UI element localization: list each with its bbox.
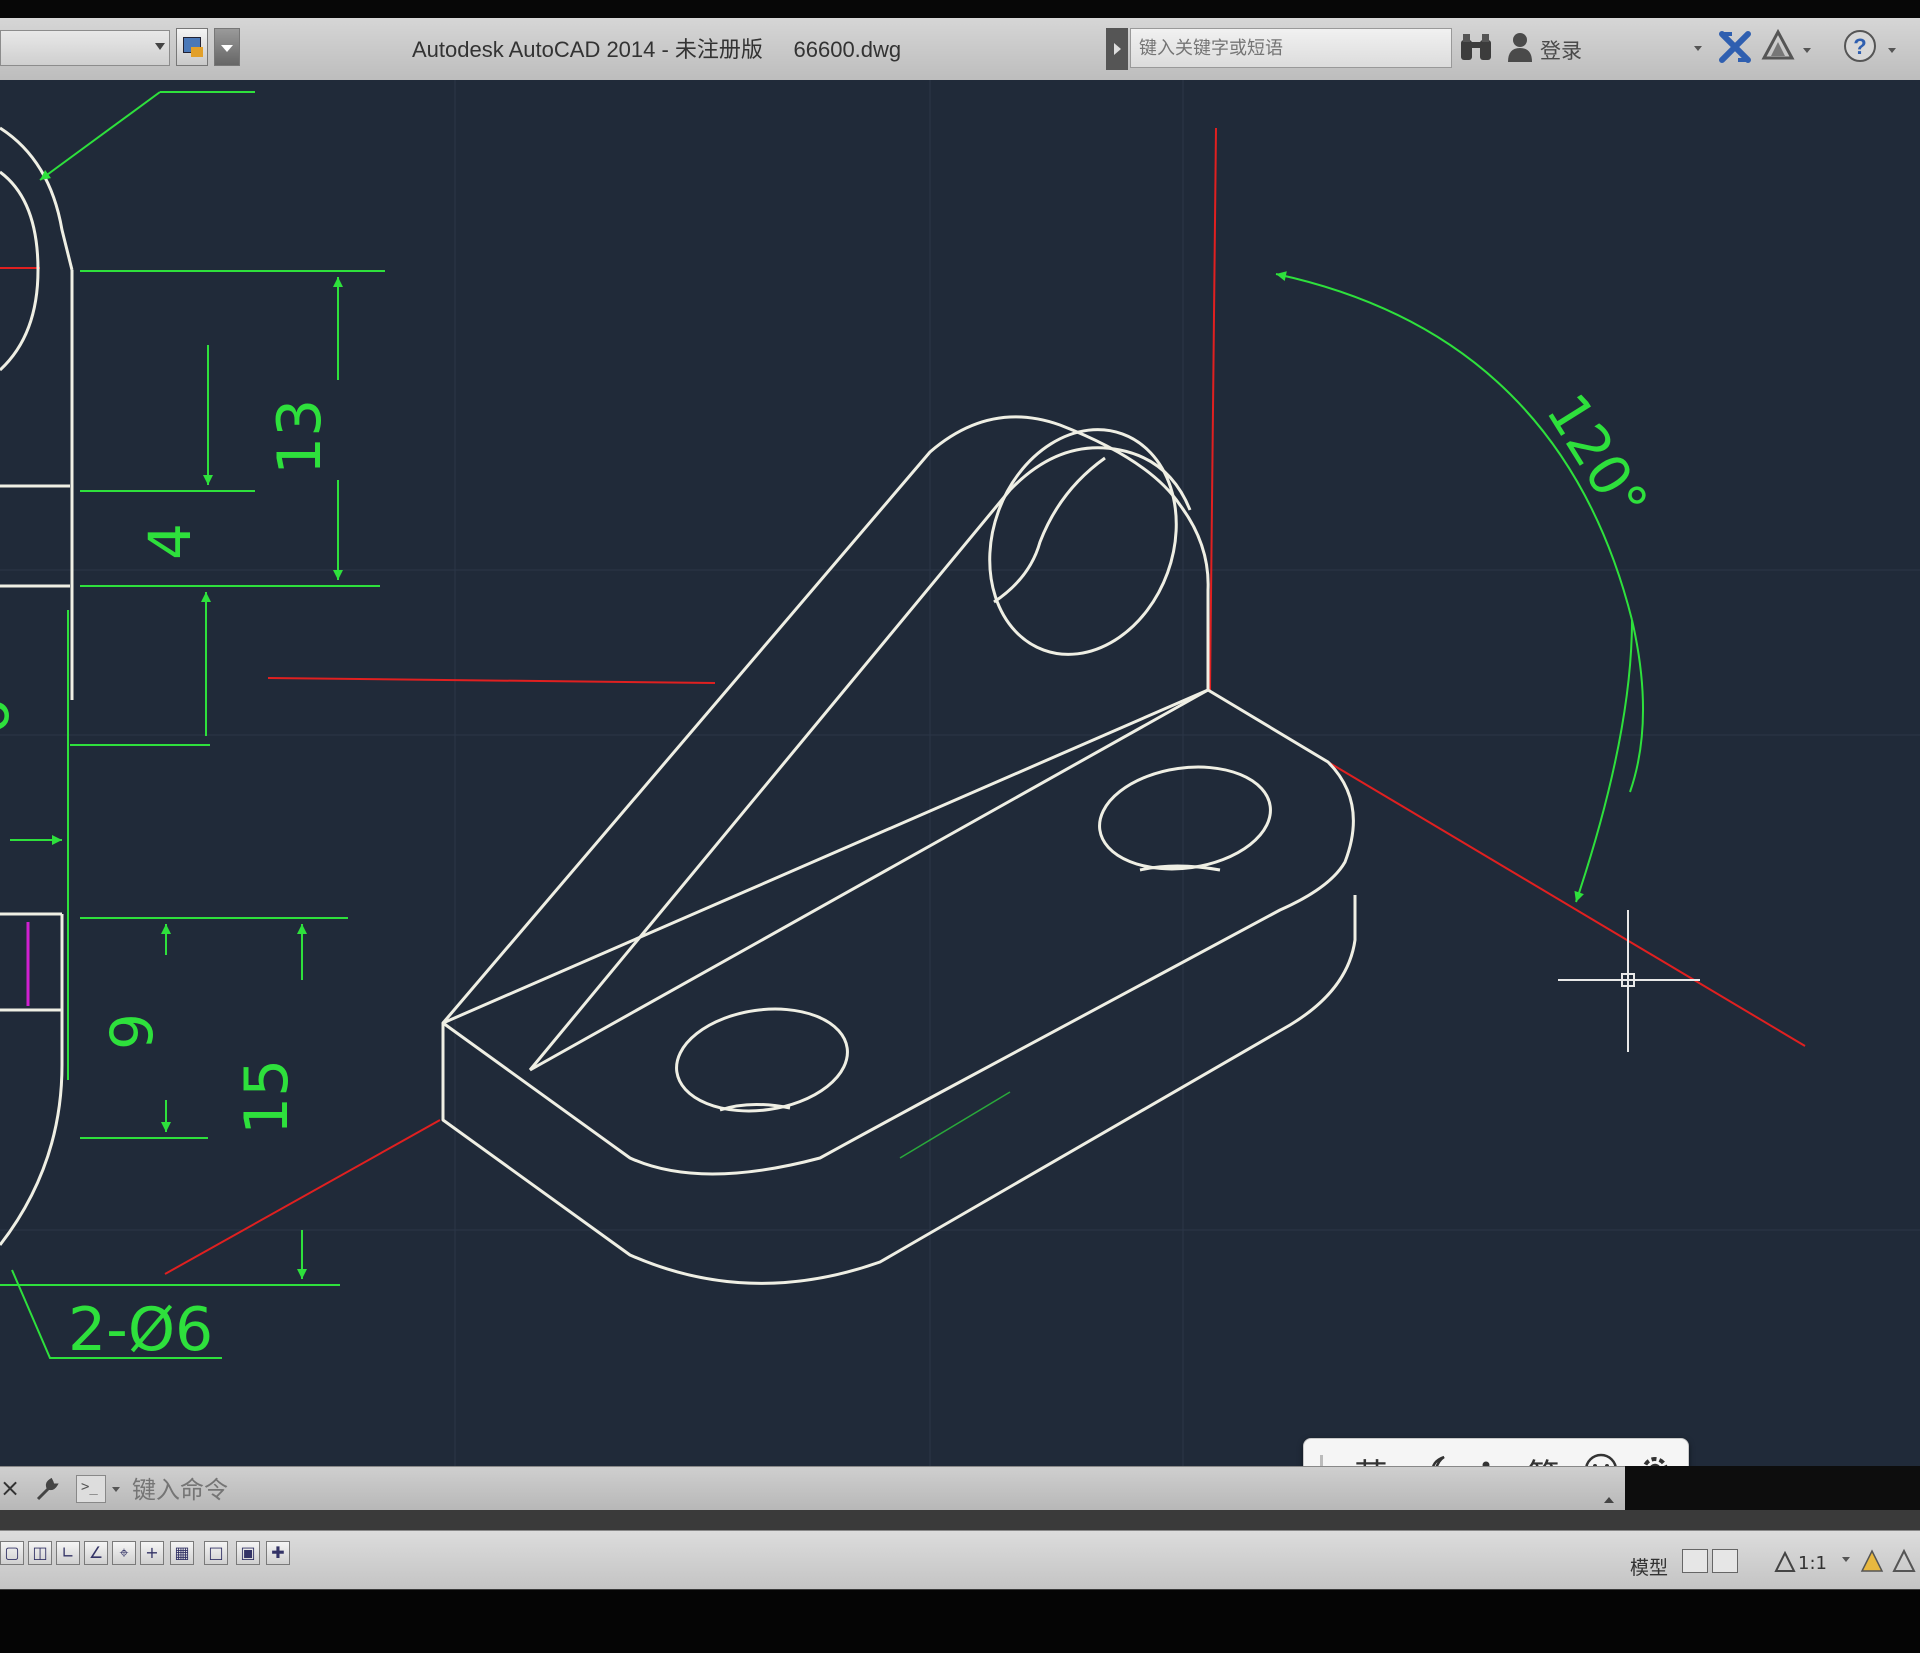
workspace-icon[interactable]: [176, 28, 208, 66]
chevron-down-icon[interactable]: [1694, 46, 1702, 51]
polar-button[interactable]: ∠: [84, 1541, 108, 1565]
chevron-down-icon[interactable]: [1888, 48, 1896, 53]
dimension-holes: 2-Ø6: [68, 1295, 213, 1365]
signin-link[interactable]: 登录: [1540, 35, 1582, 65]
dimension-13: 13: [265, 399, 335, 475]
layout1-button[interactable]: [1682, 1549, 1708, 1573]
layout2-button[interactable]: [1712, 1549, 1738, 1573]
lwt-button[interactable]: ▣: [236, 1541, 260, 1565]
annotation-visibility-icon[interactable]: [1858, 1547, 1886, 1575]
drawing-canvas[interactable]: R6 13 4 6 9 15 2-Ø6 120°: [0, 80, 1920, 1466]
autoscale-icon[interactable]: [1890, 1547, 1918, 1575]
monitor-bezel: [0, 1590, 1920, 1653]
ducs-button[interactable]: ▦: [170, 1541, 194, 1565]
dimension-15: 15: [232, 1059, 302, 1135]
title-bar: Autodesk AutoCAD 2014 - 未注册版 66600.dwg 登…: [0, 18, 1920, 82]
svg-text:?: ?: [1853, 34, 1866, 59]
app-title: Autodesk AutoCAD 2014 - 未注册版 66600.dwg: [412, 37, 902, 62]
model-tab[interactable]: 模型: [1630, 1553, 1668, 1580]
annotation-scale-icon[interactable]: [1774, 1551, 1796, 1573]
annotation-scale-value[interactable]: 1:1: [1798, 1553, 1827, 1574]
command-line: × >_: [0, 1466, 1625, 1511]
crosshair-cursor: [1558, 910, 1700, 1052]
osnap-button[interactable]: ⌖: [112, 1541, 136, 1565]
dimension-lines: [0, 91, 1644, 1359]
isometric-bracket: [441, 415, 1357, 1285]
command-input[interactable]: [130, 1471, 1574, 1509]
chevron-down-icon[interactable]: [1803, 48, 1811, 53]
grid: [0, 80, 1920, 1466]
exchange-icon[interactable]: [1718, 30, 1752, 64]
dimension-9: 9: [98, 1013, 166, 1050]
grid-button[interactable]: ◫: [28, 1541, 52, 1565]
drawing-svg: R6 13 4 6 9 15 2-Ø6 120°: [0, 80, 1920, 1466]
dimension-labels: R6 13 4 6 9 15 2-Ø6 120°: [0, 80, 1660, 1365]
chevron-down-icon[interactable]: [112, 1487, 120, 1492]
qp-button[interactable]: ✚: [266, 1541, 290, 1565]
search-expand-button[interactable]: [1106, 28, 1128, 70]
wrench-icon[interactable]: [34, 1475, 62, 1503]
qa-more-icon[interactable]: [214, 28, 240, 66]
chevron-down-icon: [155, 43, 165, 50]
snap-button[interactable]: ▢: [0, 1541, 24, 1565]
ortho-button[interactable]: ∟: [56, 1541, 80, 1565]
chevron-up-icon[interactable]: [1604, 1497, 1614, 1503]
dyn-button[interactable]: □: [204, 1541, 228, 1565]
dimension-r6: R6: [170, 80, 237, 88]
workspace-dropdown[interactable]: [0, 30, 170, 66]
close-icon[interactable]: ×: [0, 1475, 22, 1501]
a360-icon[interactable]: [1760, 28, 1796, 64]
dimension-4: 4: [136, 523, 204, 560]
autocad-window: Autodesk AutoCAD 2014 - 未注册版 66600.dwg 登…: [0, 0, 1920, 1653]
user-icon[interactable]: [1506, 30, 1534, 64]
dimension-angle: 120°: [1533, 383, 1660, 532]
help-icon[interactable]: ?: [1842, 28, 1878, 64]
search-input[interactable]: [1130, 28, 1452, 68]
binoculars-icon[interactable]: [1458, 32, 1494, 64]
chevron-down-icon[interactable]: [1842, 1557, 1850, 1562]
command-prompt-icon[interactable]: >_: [76, 1475, 106, 1503]
status-bar: ▢ ◫ ∟ ∠ ⌖ + ▦ □ ▣ ✚ 模型 1:1: [0, 1530, 1920, 1589]
otrack-button[interactable]: +: [140, 1541, 164, 1565]
left-partial-view: [0, 126, 74, 1246]
dimension-6: 6: [0, 698, 22, 735]
